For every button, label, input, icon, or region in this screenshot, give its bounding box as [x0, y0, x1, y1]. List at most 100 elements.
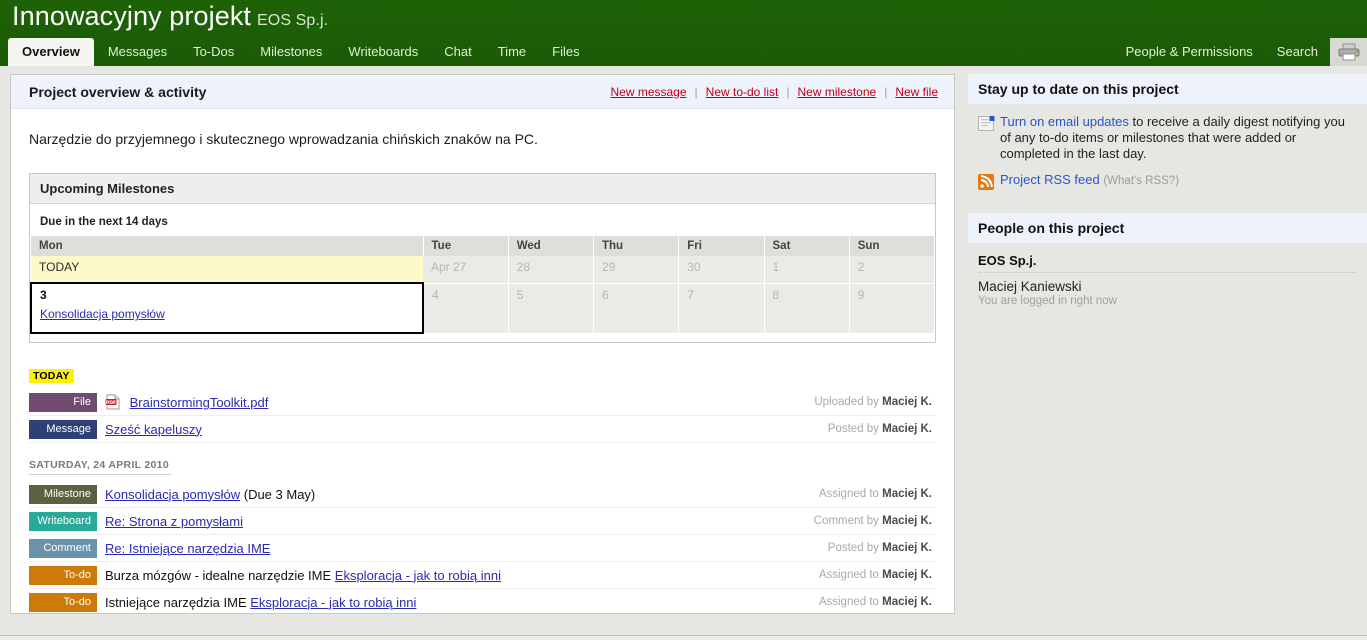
tab-to-dos[interactable]: To-Dos	[181, 38, 246, 66]
calendar-day-header: Tue	[423, 236, 509, 256]
meta-prefix: Assigned to	[818, 596, 879, 608]
page-bottom-divider	[0, 635, 1367, 640]
project-rss-feed-link[interactable]: Project RSS feed	[1000, 172, 1100, 187]
new-file-link[interactable]: New file	[895, 85, 938, 99]
action-separator: |	[786, 84, 790, 99]
tab-writeboards[interactable]: Writeboards	[336, 38, 430, 66]
activity-meta: Posted by Maciej K.	[828, 542, 936, 554]
turn-on-email-updates-link[interactable]: Turn on email updates	[1000, 114, 1129, 129]
tab-label: Time	[497, 44, 527, 59]
right-sidebar: Stay up to date on this project Turn on …	[968, 74, 1367, 307]
new-milestone-link[interactable]: New milestone	[797, 85, 876, 99]
main-panel-header: Project overview & activity New message …	[11, 75, 954, 109]
quick-actions: New message | New to-do list | New miles…	[611, 85, 939, 99]
activity-meta: Uploaded by Maciej K.	[814, 396, 936, 408]
message-link[interactable]: Sześć kapeluszy	[105, 422, 202, 437]
nav-label: Search	[1276, 44, 1318, 59]
new-todo-list-link[interactable]: New to-do list	[706, 85, 779, 99]
meta-person: Maciej K.	[882, 423, 932, 435]
calendar-week-row: 3 Konsolidacja pomysłów 4 5 6 7 8 9	[30, 282, 936, 334]
activity-row-message: Message Sześć kapeluszy Posted by Maciej…	[29, 416, 936, 443]
activity-row-file: File PDF BrainstormingToolkit.pdf Upload…	[29, 389, 936, 416]
tab-label: Overview	[22, 44, 80, 59]
tab-milestones[interactable]: Milestones	[248, 38, 334, 66]
feed-group-label-date: SATURDAY, 24 APRIL 2010	[29, 459, 171, 475]
nav-people-permissions[interactable]: People & Permissions	[1114, 38, 1265, 66]
tab-label: Milestones	[260, 44, 323, 59]
activity-badge: Milestone	[29, 484, 97, 504]
activity-badge: Message	[29, 419, 97, 439]
activity-body: Istniejące narzędzia IME Eksploracja - j…	[97, 595, 819, 610]
upcoming-milestones-box: Upcoming Milestones Due in the next 14 d…	[29, 173, 936, 343]
people-on-project-header: People on this project	[968, 213, 1367, 243]
stay-up-to-date-body: Turn on email updates to receive a daily…	[968, 104, 1367, 213]
milestone-link[interactable]: Konsolidacja pomysłów	[105, 487, 240, 502]
nav-label: People & Permissions	[1125, 44, 1253, 59]
whats-rss-link[interactable]: (What's RSS?)	[1103, 175, 1179, 187]
calendar-day-header: Fri	[678, 236, 765, 256]
calendar-week-row: TODAY Apr 27 28 29 30 1 2	[31, 256, 936, 284]
todo-text: Burza mózgów - idealne narzędzie IME	[105, 567, 335, 583]
tab-label: Files	[552, 44, 580, 59]
person-status: You are logged in right now	[978, 295, 1117, 307]
tab-overview[interactable]: Overview	[8, 38, 94, 66]
writeboard-link[interactable]: Re: Strona z pomysłami	[105, 514, 243, 529]
rss-feed-row: Project RSS feed (What's RSS?)	[978, 172, 1357, 193]
calendar-cell: 29	[593, 256, 680, 284]
calendar-day-header: Sat	[764, 236, 850, 256]
activity-body: Burza mózgów - idealne narzędzie IME Eks…	[97, 568, 819, 583]
main-panel-title: Project overview & activity	[29, 83, 207, 100]
meta-person: Maciej K.	[882, 542, 932, 554]
activity-badge: Comment	[29, 538, 97, 558]
calendar-cell: Apr 27	[423, 256, 509, 284]
upcoming-milestones-title: Upcoming Milestones	[30, 174, 935, 204]
file-link[interactable]: BrainstormingToolkit.pdf	[130, 395, 269, 410]
email-digest-icon	[978, 114, 1000, 162]
tab-files[interactable]: Files	[540, 38, 591, 66]
meta-person: Maciej K.	[882, 488, 932, 500]
nav-search[interactable]: Search	[1265, 38, 1330, 66]
activity-body: Re: Strona z pomysłami	[97, 514, 814, 529]
calendar-day-header: Mon	[31, 236, 424, 256]
rss-text: Project RSS feed (What's RSS?)	[1000, 172, 1179, 193]
meta-prefix: Posted by	[827, 423, 879, 435]
activity-row-comment: Comment Re: Istniejące narzędzia IME Pos…	[29, 535, 936, 562]
activity-row-todo: To-do Istniejące narzędzia IME Eksplorac…	[29, 589, 936, 613]
email-updates-row: Turn on email updates to receive a daily…	[978, 114, 1357, 162]
activity-badge: Writeboard	[29, 511, 97, 531]
page-body: Project overview & activity New message …	[0, 66, 1367, 640]
feed-group-label-today: TODAY	[29, 369, 74, 383]
tab-label: Chat	[444, 44, 472, 59]
people-list: EOS Sp.j. Maciej Kaniewski You are logge…	[968, 247, 1367, 307]
header-right-nav: People & Permissions Search	[1114, 38, 1367, 66]
person-name[interactable]: Maciej Kaniewski	[978, 279, 1357, 294]
svg-text:PDF: PDF	[106, 400, 116, 406]
activity-meta: Comment by Maciej K.	[814, 515, 936, 527]
new-message-link[interactable]: New message	[611, 85, 687, 99]
milestones-calendar: Mon Tue Wed Thu Fri Sat Sun TODAY Apr 27	[30, 236, 936, 334]
activity-meta: Assigned to Maciej K.	[819, 488, 936, 500]
milestones-subtitle: Due in the next 14 days	[40, 216, 168, 228]
comment-link[interactable]: Re: Istniejące narzędzia IME	[105, 541, 270, 556]
activity-row-writeboard: Writeboard Re: Strona z pomysłami Commen…	[29, 508, 936, 535]
printer-icon[interactable]	[1330, 38, 1367, 66]
meta-prefix: Uploaded by	[814, 396, 879, 408]
stay-up-to-date-header: Stay up to date on this project	[968, 74, 1367, 104]
activity-badge: To-do	[29, 565, 97, 585]
tab-label: Writeboards	[348, 44, 419, 59]
tab-time[interactable]: Time	[486, 38, 538, 66]
activity-row-milestone: Milestone Konsolidacja pomysłów (Due 3 M…	[29, 481, 936, 508]
calendar-cell-milestone: 3 Konsolidacja pomysłów	[30, 282, 424, 334]
calendar-cell-date: 3	[40, 288, 47, 302]
todo-list-link[interactable]: Eksploracja - jak to robią inni	[250, 595, 416, 610]
milestone-link[interactable]: Konsolidacja pomysłów	[40, 307, 414, 321]
meta-person: Maciej K.	[882, 596, 932, 608]
todo-list-link[interactable]: Eksploracja - jak to robią inni	[335, 568, 501, 583]
calendar-day-header: Sun	[849, 236, 936, 256]
action-separator: |	[884, 84, 888, 99]
tab-messages[interactable]: Messages	[96, 38, 179, 66]
meta-person: Maciej K.	[882, 515, 932, 527]
app-root: Innowacyjny projekt EOS Sp.j. Overview Me…	[0, 0, 1367, 640]
calendar-cell: 9	[849, 283, 936, 334]
tab-chat[interactable]: Chat	[432, 38, 483, 66]
